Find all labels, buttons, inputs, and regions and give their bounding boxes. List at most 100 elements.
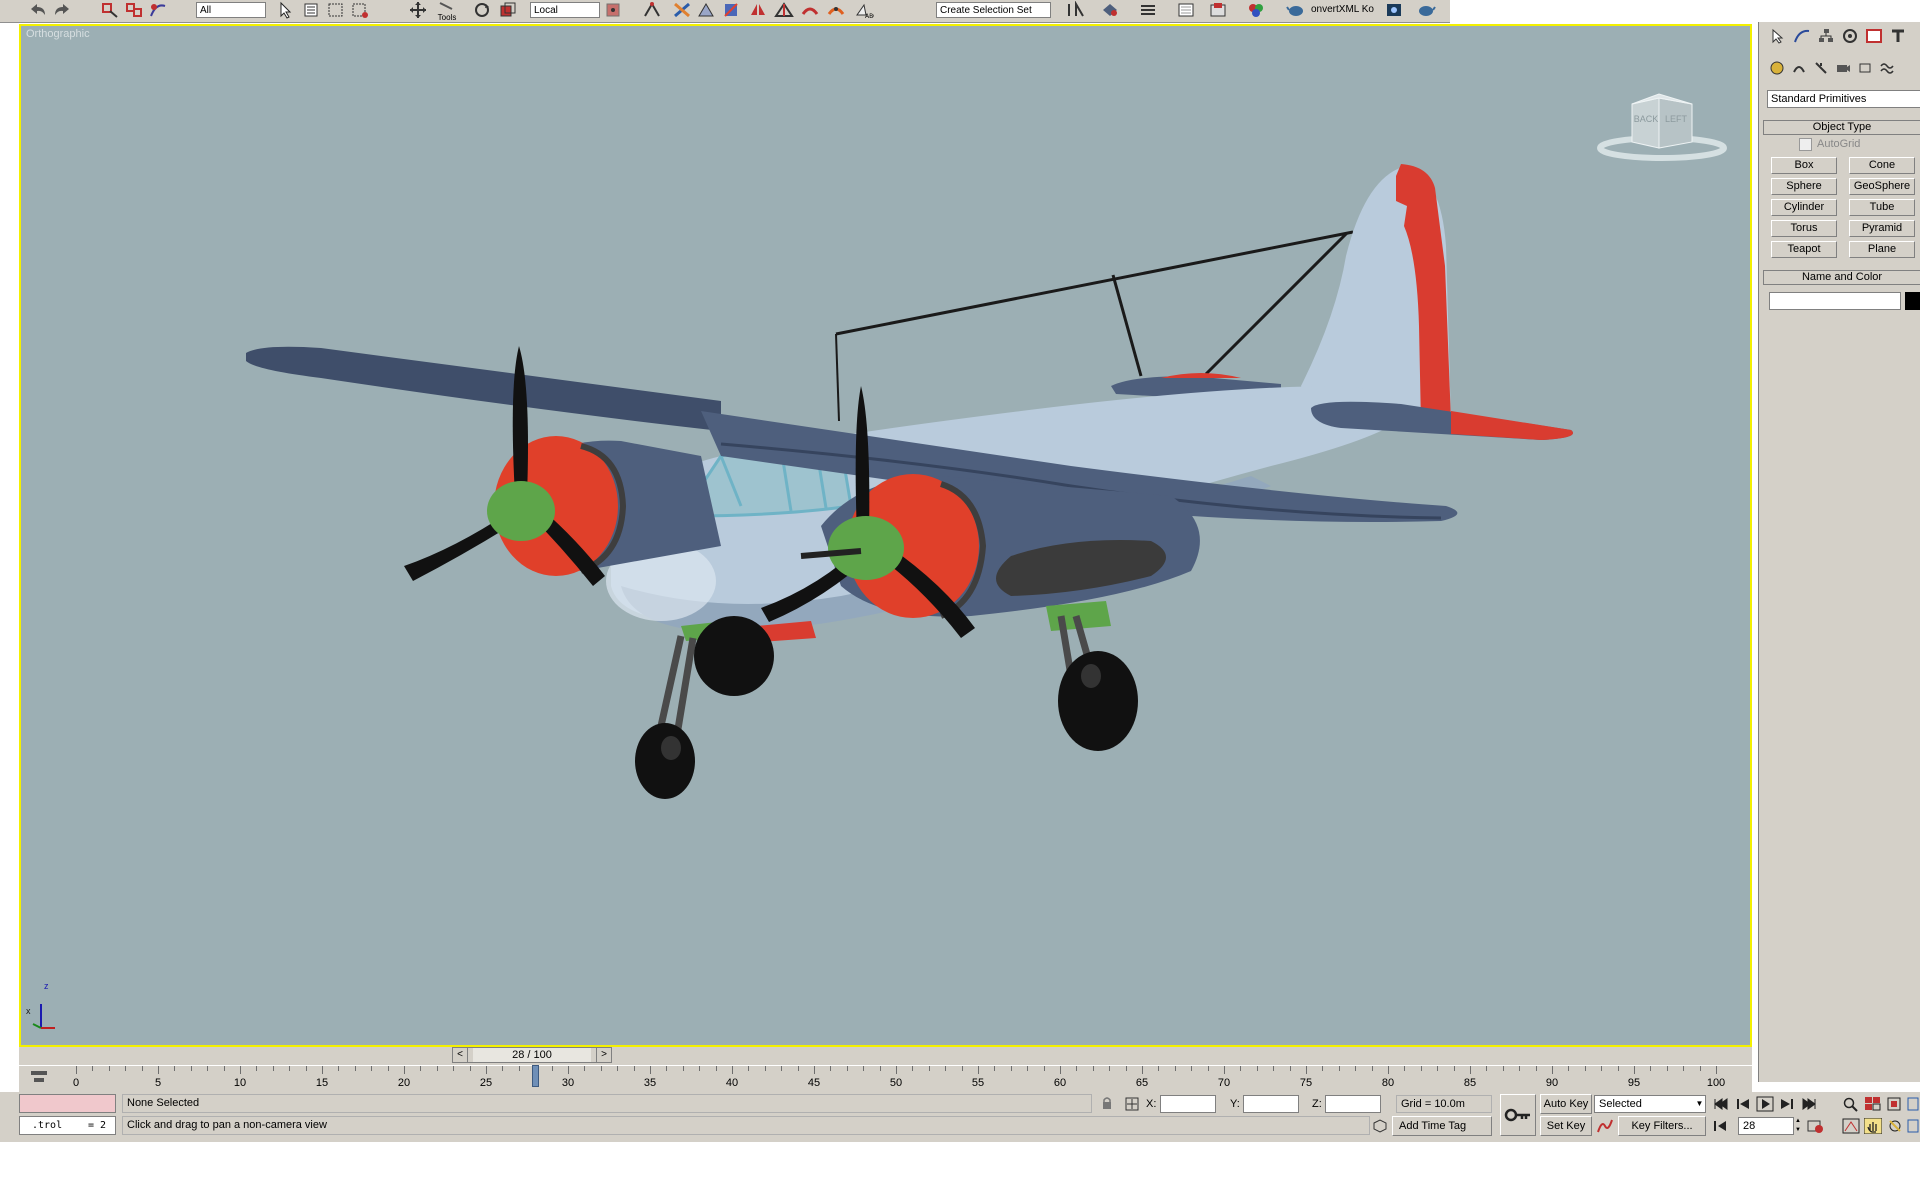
helpers-icon[interactable]: [1857, 60, 1873, 76]
prev-frame-arrow-icon[interactable]: <: [453, 1048, 468, 1062]
time-configuration-icon[interactable]: [1806, 1118, 1824, 1134]
select-manipulate-icon[interactable]: [642, 1, 662, 19]
teapot-button[interactable]: Teapot: [1771, 241, 1837, 258]
mirror-icon[interactable]: [748, 1, 768, 19]
primitive-category-dropdown[interactable]: Standard Primitives: [1767, 90, 1920, 108]
time-tag-icon[interactable]: [1372, 1118, 1388, 1134]
absolute-mode-icon[interactable]: [1124, 1096, 1140, 1112]
mirror-tool-icon[interactable]: [1066, 1, 1086, 19]
display-tab-icon[interactable]: [1865, 28, 1883, 44]
select-link-icon[interactable]: [100, 1, 120, 19]
box-button[interactable]: Box: [1771, 157, 1837, 174]
time-thumb[interactable]: [532, 1065, 539, 1087]
orbit-icon[interactable]: [1886, 1118, 1904, 1134]
pyramid-button[interactable]: Pyramid: [1849, 220, 1915, 237]
set-key-mode-button[interactable]: [1500, 1094, 1536, 1136]
lights-icon[interactable]: [1813, 60, 1829, 76]
material-editor-icon[interactable]: [1176, 1, 1196, 19]
geometry-icon[interactable]: [1769, 60, 1785, 76]
bind-spacewarp-icon[interactable]: [148, 1, 168, 19]
cameras-icon[interactable]: [1835, 60, 1851, 76]
reference-coordinate-dropdown[interactable]: Local: [530, 2, 600, 18]
time-slider[interactable]: < 28 / 100 >: [452, 1047, 612, 1063]
field-of-view-icon[interactable]: [1842, 1118, 1860, 1134]
previous-frame-icon[interactable]: [1734, 1096, 1752, 1112]
zoom-extents-icon[interactable]: [1886, 1096, 1904, 1112]
modify-tab-icon[interactable]: [1793, 28, 1811, 44]
move-icon[interactable]: [408, 1, 428, 19]
zoom-icon[interactable]: [1842, 1096, 1860, 1112]
geosphere-button[interactable]: GeoSphere: [1849, 178, 1915, 195]
object-name-input[interactable]: [1769, 292, 1901, 310]
angle-snap-icon[interactable]: [696, 1, 716, 19]
maximize-viewport-icon[interactable]: [1906, 1118, 1920, 1134]
add-time-tag-button[interactable]: Add Time Tag: [1392, 1116, 1492, 1136]
go-to-end-icon[interactable]: [1800, 1096, 1818, 1112]
render-setup-icon[interactable]: [1208, 1, 1228, 19]
track-bar[interactable]: 0 5 10 15 20 25 30 35 40 45 50 55 60 65 70 75 80 85 90 95 10…: [19, 1065, 1752, 1092]
select-object-icon[interactable]: [276, 1, 296, 19]
pivot-center-icon[interactable]: [604, 1, 624, 19]
spacewarps-icon[interactable]: [1879, 60, 1895, 76]
plugin-label[interactable]: onvertXML Ko: [1308, 2, 1380, 18]
zoom-extents-all-icon[interactable]: [1906, 1096, 1920, 1112]
rect-selection-icon[interactable]: [326, 1, 346, 19]
lock-icon[interactable]: [1100, 1096, 1114, 1110]
maxscript-listener-pink[interactable]: [19, 1094, 116, 1113]
teapot-render-icon[interactable]: [1286, 1, 1306, 19]
z-coordinate-field[interactable]: [1325, 1095, 1381, 1113]
utilities-tab-icon[interactable]: [1889, 28, 1907, 44]
hierarchy-tab-icon[interactable]: [1817, 28, 1835, 44]
go-to-start-icon[interactable]: [1712, 1096, 1730, 1112]
schematic-view-icon[interactable]: [1138, 1, 1158, 19]
motion-tab-icon[interactable]: [1841, 28, 1859, 44]
redo-icon[interactable]: [52, 1, 72, 19]
frame-spinner-icon[interactable]: ▲ ▼: [1794, 1117, 1802, 1135]
key-filters-button[interactable]: Key Filters...: [1618, 1116, 1706, 1136]
quick-render-icon[interactable]: [1384, 1, 1404, 19]
named-selection-icon[interactable]: ABC: [854, 1, 874, 19]
cone-button[interactable]: Cone: [1849, 157, 1915, 174]
y-coordinate-field[interactable]: [1243, 1095, 1299, 1113]
selection-filter-dropdown[interactable]: All: [196, 2, 266, 18]
curve-editor-icon[interactable]: [826, 1, 846, 19]
auto-key-button[interactable]: Auto Key: [1540, 1094, 1592, 1114]
window-crossing-icon[interactable]: [350, 1, 370, 19]
cylinder-button[interactable]: Cylinder: [1771, 199, 1837, 216]
named-selection-set-dropdown[interactable]: Create Selection Set: [936, 2, 1051, 18]
shapes-icon[interactable]: [1791, 60, 1807, 76]
object-type-rollout-header[interactable]: Object Type: [1763, 120, 1920, 135]
align-tool-icon[interactable]: [1100, 1, 1120, 19]
default-tangent-icon[interactable]: [1596, 1118, 1614, 1134]
active-shade-icon[interactable]: [1416, 1, 1436, 19]
perspective-viewport[interactable]: Orthographic BACK LEFT z x: [19, 24, 1752, 1047]
undo-icon[interactable]: [28, 1, 48, 19]
dropdown-arrow-icon[interactable]: ▼: [1694, 1096, 1705, 1112]
name-and-color-rollout-header[interactable]: Name and Color: [1763, 270, 1920, 285]
airplane-model[interactable]: [21, 26, 1750, 1045]
next-frame-arrow-icon[interactable]: >: [596, 1048, 611, 1062]
align-icon[interactable]: [774, 1, 794, 19]
tools-button[interactable]: Tools: [436, 1, 458, 22]
torus-button[interactable]: Torus: [1771, 220, 1837, 237]
render-frame-icon[interactable]: [1246, 1, 1266, 19]
plane-button[interactable]: Plane: [1849, 241, 1915, 258]
sphere-button[interactable]: Sphere: [1771, 178, 1837, 195]
play-icon[interactable]: [1756, 1096, 1774, 1112]
frame-counter[interactable]: 28 / 100: [473, 1048, 591, 1062]
percent-snap-icon[interactable]: [722, 1, 742, 19]
x-coordinate-field[interactable]: [1160, 1095, 1216, 1113]
autogrid-checkbox[interactable]: [1799, 138, 1812, 151]
set-key-button[interactable]: Set Key: [1540, 1116, 1592, 1136]
unlink-icon[interactable]: [124, 1, 144, 19]
tube-button[interactable]: Tube: [1849, 199, 1915, 216]
maxscript-listener-white[interactable]: .trol = 2: [19, 1116, 116, 1135]
pan-view-icon[interactable]: [1864, 1118, 1882, 1134]
current-frame-field[interactable]: 28: [1738, 1117, 1794, 1135]
key-selection-dropdown[interactable]: Selected: [1594, 1095, 1706, 1113]
mini-curve-editor-icon[interactable]: [29, 1068, 49, 1086]
select-by-name-icon[interactable]: [302, 1, 322, 19]
zoom-all-icon[interactable]: [1864, 1096, 1882, 1112]
create-tab-icon[interactable]: [1769, 28, 1787, 44]
rotate-icon[interactable]: [472, 1, 492, 19]
